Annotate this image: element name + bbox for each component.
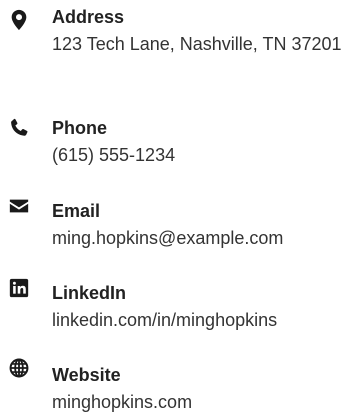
map-marker-icon bbox=[8, 9, 30, 31]
globe-icon bbox=[8, 357, 30, 379]
phone-value: (615) 555-1234 bbox=[52, 145, 176, 165]
phone-label: Phone bbox=[52, 118, 108, 138]
email-label: Email bbox=[52, 201, 101, 221]
website-label: Website bbox=[52, 365, 121, 385]
envelope-icon bbox=[8, 195, 30, 217]
linkedin-label: LinkedIn bbox=[52, 283, 127, 303]
linkedin-value[interactable]: linkedin.com/in/minghopkins bbox=[52, 307, 360, 334]
website-value[interactable]: minghopkins.com bbox=[52, 389, 360, 416]
linkedin-icon bbox=[8, 277, 30, 299]
address-value: 123 Tech Lane, Nashville, TN 37201 bbox=[52, 34, 342, 54]
address-label: Address bbox=[52, 7, 125, 27]
email-value[interactable]: ming.hopkins@example.com bbox=[52, 225, 360, 252]
phone-icon bbox=[8, 117, 30, 139]
